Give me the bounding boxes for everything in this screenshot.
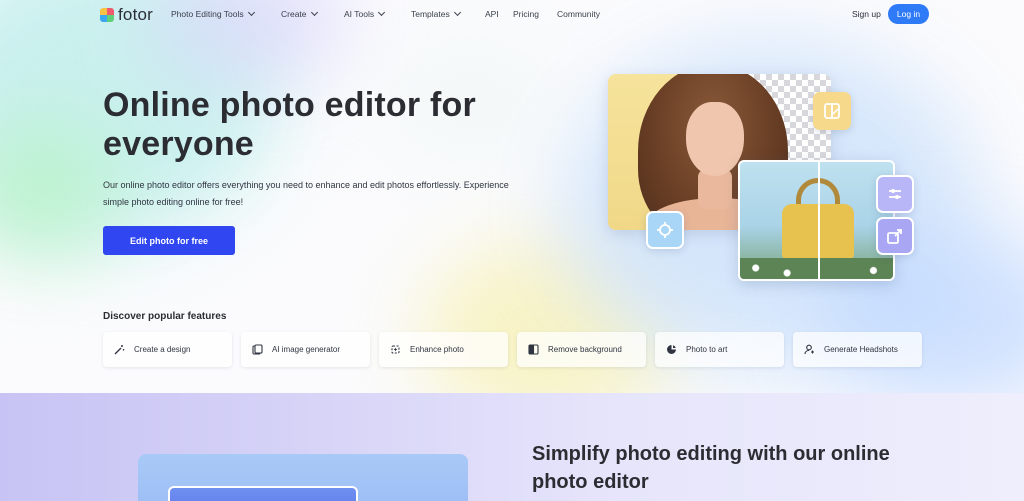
logo-text: fotor — [118, 5, 154, 24]
top-nav: fotor Photo Editing Tools Create AI Tool… — [0, 0, 1024, 28]
hero-image-collage — [608, 74, 918, 284]
features-title: Discover popular features — [103, 311, 227, 322]
nav-label: Community — [557, 9, 600, 19]
hero-description: Our online photo editor offers everythin… — [103, 180, 509, 207]
remove-bg-tool-icon — [813, 92, 851, 130]
feature-photo-to-art[interactable]: Photo to art — [655, 332, 784, 367]
headshot-icon — [804, 344, 815, 355]
magic-wand-icon — [114, 344, 125, 355]
feature-label: Enhance photo — [410, 345, 464, 354]
section2-title: Simplify photo editing with our online p… — [532, 443, 890, 493]
fotor-logo[interactable]: fotor — [100, 5, 153, 25]
nav-api[interactable]: API — [485, 9, 499, 19]
feature-label: AI image generator — [272, 345, 341, 354]
art-icon — [666, 344, 677, 355]
feature-label: Photo to art — [686, 345, 728, 354]
remove-bg-icon — [528, 344, 539, 355]
chevron-down-icon — [378, 8, 386, 17]
features-list: Create a design AI image generator Enhan… — [103, 332, 922, 367]
edit-photo-button[interactable]: Edit photo for free — [103, 226, 235, 255]
resize-tool-icon — [876, 217, 914, 255]
nav-label: Create — [281, 9, 307, 19]
adjust-sliders-icon — [876, 175, 914, 213]
nav-label: Templates — [411, 9, 450, 19]
chevron-down-icon — [310, 8, 318, 17]
enhance-tool-icon — [646, 211, 684, 249]
handbag-image — [738, 160, 895, 281]
chevron-down-icon — [247, 8, 255, 17]
nav-label: AI Tools — [344, 9, 375, 19]
nav-pricing[interactable]: Pricing — [513, 9, 539, 19]
feature-label: Create a design — [134, 345, 191, 354]
nav-templates[interactable]: Templates — [411, 8, 461, 19]
ai-image-icon — [252, 344, 263, 355]
login-button[interactable]: Log in — [888, 4, 929, 24]
feature-ai-image-generator[interactable]: AI image generator — [241, 332, 370, 367]
signup-link[interactable]: Sign up — [852, 9, 881, 19]
nav-photo-editing-tools[interactable]: Photo Editing Tools — [171, 8, 255, 19]
feature-label: Remove background — [548, 345, 622, 354]
before-after-divider — [818, 162, 820, 279]
sparkle-icon — [390, 344, 401, 355]
chevron-down-icon — [453, 8, 461, 17]
section2-inner-card — [168, 486, 358, 501]
nav-label: Pricing — [513, 9, 539, 19]
nav-ai-tools[interactable]: AI Tools — [344, 8, 386, 19]
feature-enhance-photo[interactable]: Enhance photo — [379, 332, 508, 367]
feature-label: Generate Headshots — [824, 345, 898, 354]
nav-label: API — [485, 9, 499, 19]
nav-label: Photo Editing Tools — [171, 9, 244, 19]
feature-generate-headshots[interactable]: Generate Headshots — [793, 332, 922, 367]
fotor-logo-icon — [100, 8, 114, 22]
nav-community[interactable]: Community — [557, 9, 600, 19]
feature-remove-background[interactable]: Remove background — [517, 332, 646, 367]
feature-create-design[interactable]: Create a design — [103, 332, 232, 367]
hero-title: Online photo editor for everyone — [103, 86, 476, 163]
nav-create[interactable]: Create — [281, 8, 318, 19]
